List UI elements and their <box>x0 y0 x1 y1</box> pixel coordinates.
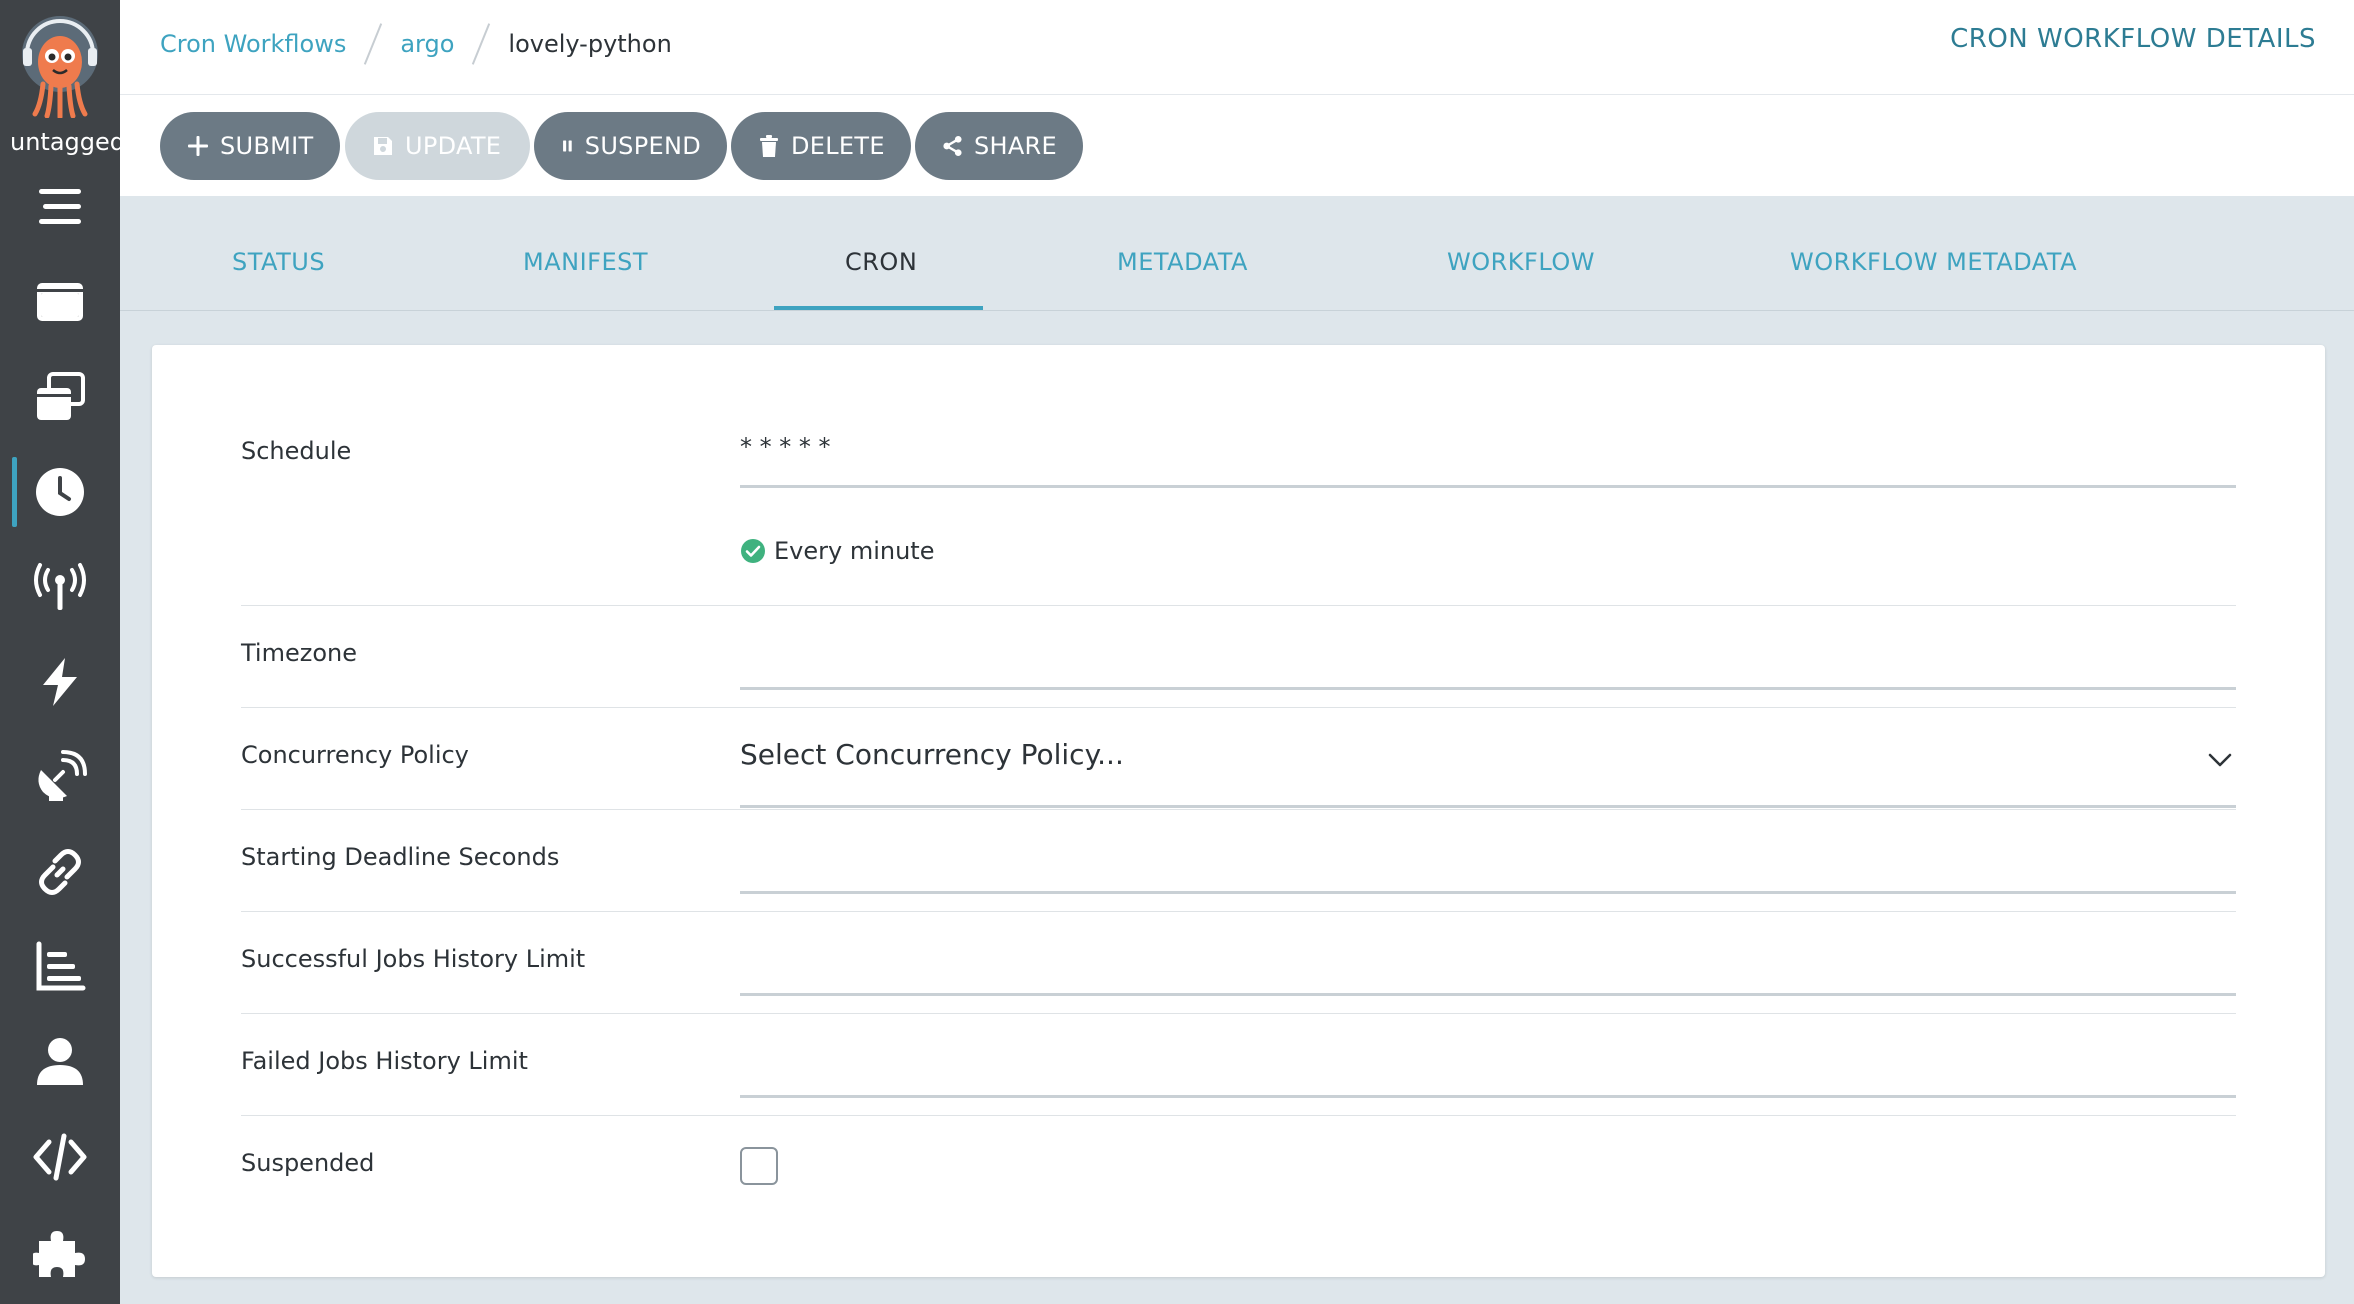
starting-deadline-label: Starting Deadline Seconds <box>241 843 560 871</box>
breadcrumb-separator <box>364 23 383 65</box>
row-divider <box>241 707 2236 708</box>
nav-sensors[interactable] <box>0 637 120 727</box>
starting-deadline-underline <box>740 891 2236 894</box>
schedule-label: Schedule <box>241 437 352 465</box>
successful-jobs-history-label: Successful Jobs History Limit <box>241 945 586 973</box>
suspended-checkbox[interactable] <box>740 1147 778 1185</box>
nav-event-flow[interactable] <box>0 732 120 822</box>
suspend-button[interactable]: SUSPEND <box>534 112 727 180</box>
tab-status[interactable]: STATUS <box>232 248 325 276</box>
nav-api-docs[interactable] <box>0 1112 120 1202</box>
share-icon <box>943 135 962 157</box>
schedule-hint-text: Every minute <box>774 537 935 565</box>
bolt-icon <box>43 658 77 706</box>
tab-workflow[interactable]: WORKFLOW <box>1447 248 1595 276</box>
nav-user[interactable] <box>0 1017 120 1107</box>
nav-cron-workflows[interactable] <box>0 447 120 537</box>
code-icon <box>33 1133 87 1181</box>
timezone-label: Timezone <box>241 639 357 667</box>
concurrency-policy-select[interactable]: Select Concurrency Policy... <box>740 738 1124 771</box>
nav-event-sources[interactable] <box>0 542 120 632</box>
plus-icon <box>188 136 208 156</box>
breadcrumb-separator <box>472 23 491 65</box>
menu-icon <box>39 189 81 224</box>
tab-manifest[interactable]: MANIFEST <box>523 248 648 276</box>
sidebar: untagged <box>0 0 120 1304</box>
submit-button[interactable]: SUBMIT <box>160 112 340 180</box>
row-divider <box>241 1115 2236 1116</box>
link-icon <box>39 849 81 895</box>
row-divider <box>241 605 2236 606</box>
nav-plugins[interactable] <box>0 1207 120 1297</box>
nav-reports[interactable] <box>0 922 120 1012</box>
trash-icon <box>760 135 778 157</box>
row-divider <box>241 911 2236 912</box>
antenna-icon <box>34 563 86 610</box>
nav-workflow-templates[interactable] <box>0 257 120 347</box>
tab-bar-border <box>120 310 2354 311</box>
chart-icon <box>36 941 86 991</box>
timezone-underline <box>740 687 2236 690</box>
user-label: untagged <box>10 128 120 156</box>
chevron-down-icon[interactable] <box>2205 745 2235 775</box>
schedule-hint: Every minute <box>740 537 934 565</box>
clock-icon <box>36 468 84 516</box>
nav-links[interactable] <box>0 827 120 917</box>
tab-cron[interactable]: CRON <box>845 248 917 276</box>
share-button[interactable]: SHARE <box>915 112 1083 180</box>
suspend-label: SUSPEND <box>584 132 701 160</box>
suspended-label: Suspended <box>241 1149 375 1177</box>
breadcrumb: Cron Workflows argo lovely-python <box>160 22 672 66</box>
tab-metadata[interactable]: METADATA <box>1117 248 1248 276</box>
user-icon <box>37 1038 83 1085</box>
concurrency-policy-underline <box>740 805 2236 808</box>
breadcrumb-cron-workflows[interactable]: Cron Workflows <box>160 30 346 58</box>
page-title: CRON WORKFLOW DETAILS <box>1950 24 2316 54</box>
nav-workflows[interactable] <box>0 162 120 252</box>
window-icon <box>37 283 83 321</box>
update-label: UPDATE <box>405 132 502 160</box>
satellite-icon <box>38 750 87 801</box>
breadcrumb-namespace[interactable]: argo <box>400 30 454 58</box>
user-badge[interactable]: untagged <box>0 10 120 156</box>
failed-jobs-history-underline <box>740 1095 2236 1098</box>
share-label: SHARE <box>973 132 1057 160</box>
delete-label: DELETE <box>791 132 885 160</box>
schedule-underline <box>740 485 2236 488</box>
top-bar: Cron Workflows argo lovely-python CRON W… <box>120 0 2354 95</box>
pause-icon <box>563 140 572 152</box>
delete-button[interactable]: DELETE <box>731 112 911 180</box>
successful-jobs-history-underline <box>740 993 2236 996</box>
concurrency-policy-label: Concurrency Policy <box>241 741 469 769</box>
stack-icon <box>37 372 85 420</box>
row-divider <box>241 1013 2236 1014</box>
puzzle-icon <box>33 1231 85 1277</box>
failed-jobs-history-label: Failed Jobs History Limit <box>241 1047 528 1075</box>
breadcrumb-current: lovely-python <box>508 30 672 58</box>
update-button[interactable]: UPDATE <box>345 112 530 180</box>
nav-cluster-templates[interactable] <box>0 352 120 442</box>
row-divider <box>241 809 2236 810</box>
save-icon <box>374 137 392 155</box>
argo-logo-icon <box>22 16 98 118</box>
submit-label: SUBMIT <box>220 132 314 160</box>
tab-workflow-metadata[interactable]: WORKFLOW METADATA <box>1790 248 2077 276</box>
schedule-input[interactable]: * * * * * <box>740 433 831 461</box>
check-circle-icon <box>741 539 765 563</box>
cron-settings-card: Schedule * * * * * Every minute Timezone… <box>152 345 2325 1277</box>
action-toolbar: SUBMIT UPDATE SUSPEND DELETE SHARE <box>120 95 2354 196</box>
